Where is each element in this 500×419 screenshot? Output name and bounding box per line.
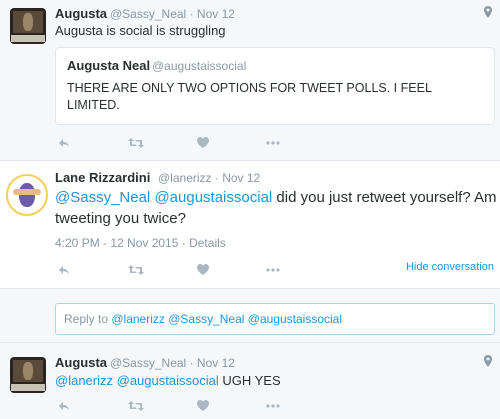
mention-link[interactable]: @lanerizz bbox=[55, 373, 113, 388]
details-link[interactable]: Details bbox=[189, 236, 226, 250]
tweet-timestamp[interactable]: 4:20 PM - 12 Nov 2015 · Details bbox=[55, 236, 226, 250]
retweet-icon[interactable] bbox=[128, 400, 144, 412]
author-name[interactable]: Lane Rizzardini bbox=[55, 170, 150, 185]
heart-icon[interactable] bbox=[197, 137, 209, 149]
hide-conversation-link[interactable]: Hide conversation bbox=[406, 261, 494, 273]
author-name[interactable]: Augusta bbox=[55, 6, 107, 21]
more-icon[interactable] bbox=[265, 264, 281, 276]
avatar[interactable] bbox=[6, 174, 48, 216]
author-name[interactable]: Augusta bbox=[55, 355, 107, 370]
retweet-icon[interactable] bbox=[128, 137, 144, 149]
tweet-text: @lanerizz @augustaissocial UGH YES bbox=[55, 373, 281, 388]
author-handle-date[interactable]: @lanerizz · Nov 12 bbox=[158, 171, 260, 185]
heart-icon[interactable] bbox=[197, 400, 209, 412]
tweet-augusta-1[interactable]: Augusta @Sassy_Neal · Nov 12 Augusta is … bbox=[0, 0, 500, 160]
tweet-text-line1: @Sassy_Neal @augustaissocial did you jus… bbox=[55, 189, 500, 206]
quoted-tweet[interactable]: Augusta Neal @augustaissocial THERE ARE … bbox=[55, 47, 495, 125]
quoted-author-name: Augusta Neal bbox=[67, 58, 151, 73]
mention-link[interactable]: @Sassy_Neal bbox=[55, 189, 150, 206]
tweet-text: Augusta is social is struggling bbox=[55, 23, 226, 38]
tweet-text-line2: tweeting you twice? bbox=[55, 210, 186, 227]
mention-link[interactable]: @augustaissocial bbox=[117, 373, 219, 388]
location-icon bbox=[484, 355, 492, 367]
quoted-text-line1: THERE ARE ONLY TWO OPTIONS FOR TWEET POL… bbox=[67, 81, 432, 95]
location-icon bbox=[484, 6, 492, 18]
heart-icon[interactable] bbox=[197, 264, 209, 276]
quoted-text-line2: LIMITED. bbox=[67, 98, 120, 112]
reply-icon[interactable] bbox=[58, 264, 70, 276]
reply-input[interactable]: Reply to @lanerizz @Sassy_Neal @augustai… bbox=[55, 303, 495, 335]
author-handle-date[interactable]: @Sassy_Neal · Nov 12 bbox=[110, 7, 235, 21]
retweet-icon[interactable] bbox=[128, 264, 144, 276]
mention-link[interactable]: @augustaissocial bbox=[154, 189, 272, 206]
tweet-augusta-2[interactable]: Augusta @Sassy_Neal · Nov 12 @lanerizz @… bbox=[0, 342, 500, 419]
avatar[interactable] bbox=[10, 357, 46, 393]
reply-icon[interactable] bbox=[58, 137, 70, 149]
quoted-author-handle: @augustaissocial bbox=[152, 59, 247, 73]
avatar[interactable] bbox=[10, 8, 46, 44]
reply-icon[interactable] bbox=[58, 400, 70, 412]
more-icon[interactable] bbox=[265, 400, 281, 412]
author-handle-date[interactable]: @Sassy_Neal · Nov 12 bbox=[110, 356, 235, 370]
more-icon[interactable] bbox=[265, 137, 281, 149]
